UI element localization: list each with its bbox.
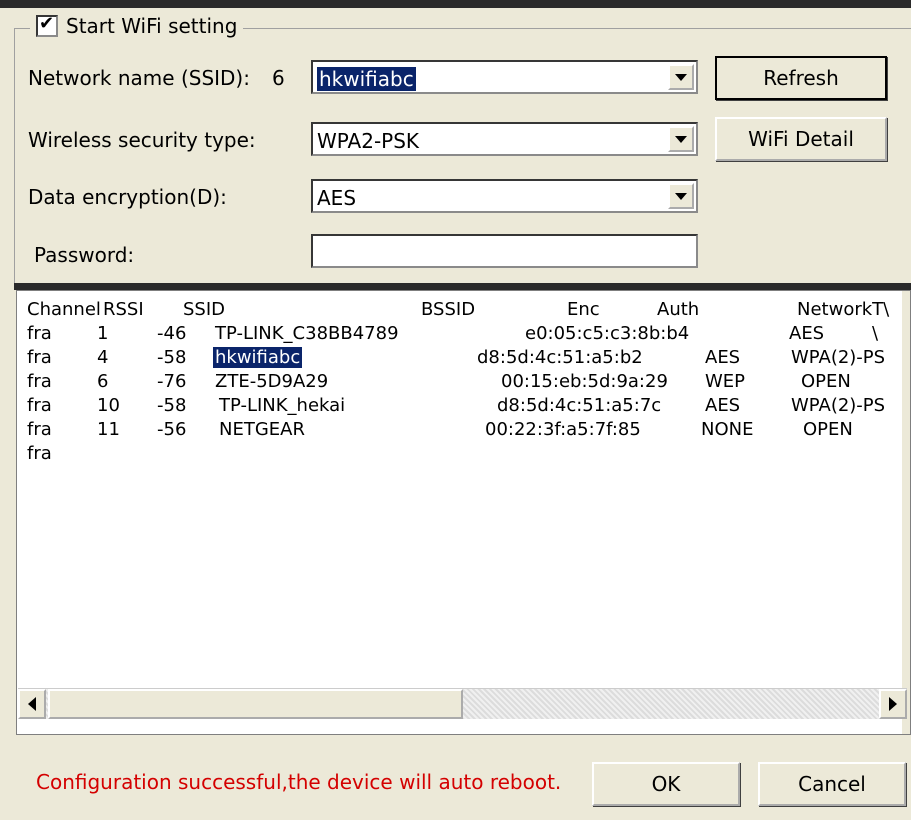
horizontal-scrollbar[interactable] bbox=[18, 688, 907, 719]
list-row[interactable]: fra 10 -58 TP-LINK_hekai d8:5d:4c:51:a5:… bbox=[17, 395, 910, 416]
row-ssid: ZTE-5D9A29 bbox=[215, 371, 329, 392]
status-message: Configuration successful,the device will… bbox=[36, 770, 562, 794]
chevron-down-icon[interactable] bbox=[668, 64, 694, 90]
row-bssid: d8:5d:4c:51:a5:7c bbox=[497, 395, 662, 416]
row-channel-prefix: fra bbox=[27, 347, 52, 368]
start-wifi-label: Start WiFi setting bbox=[66, 14, 238, 38]
row-ssid: NETGEAR bbox=[219, 419, 305, 440]
start-wifi-checkbox[interactable]: ✔ bbox=[36, 13, 58, 37]
row-rssi: -76 bbox=[157, 371, 187, 392]
row-ssid: TP-LINK_C38BB4789 bbox=[215, 323, 399, 344]
row-channel: 6 bbox=[97, 371, 109, 392]
row-channel: 1 bbox=[97, 323, 109, 344]
row-enc: AES bbox=[789, 323, 825, 344]
list-header-row: Channel RSSI SSID BSSID Enc Auth Network… bbox=[17, 299, 910, 320]
vertical-scrollbar[interactable] bbox=[902, 291, 910, 734]
row-enc: NONE bbox=[701, 419, 754, 440]
triangle-right-icon bbox=[889, 697, 897, 711]
list-row[interactable]: fra 1 -46 TP-LINK_C38BB4789 e0:05:c5:c3:… bbox=[17, 323, 910, 344]
row-enc: WEP bbox=[705, 371, 746, 392]
row-channel-prefix: fra bbox=[27, 323, 52, 344]
row-rssi: -58 bbox=[157, 347, 187, 368]
row-bssid: e0:05:c5:c3:8b:b4 bbox=[525, 323, 690, 344]
row-enc: AES bbox=[705, 347, 741, 368]
row-channel-prefix: fra bbox=[27, 395, 52, 416]
row-channel: 10 bbox=[97, 395, 120, 416]
row-channel-prefix: fra bbox=[27, 371, 52, 392]
password-field[interactable] bbox=[311, 234, 698, 268]
scroll-left-button[interactable] bbox=[18, 689, 46, 719]
row-rssi: -56 bbox=[157, 419, 187, 440]
password-label: Password: bbox=[34, 243, 135, 267]
ssid-count: 6 bbox=[272, 66, 285, 90]
header-channel: Channel bbox=[27, 299, 101, 320]
cancel-button[interactable]: Cancel bbox=[758, 762, 906, 806]
header-ssid: SSID bbox=[183, 299, 226, 320]
list-row[interactable]: fra bbox=[17, 443, 910, 464]
network-list[interactable]: Channel RSSI SSID BSSID Enc Auth Network… bbox=[16, 290, 911, 735]
row-ssid: TP-LINK_hekai bbox=[219, 395, 346, 416]
list-row[interactable]: fra 6 -76 ZTE-5D9A29 00:15:eb:5d:9a:29 W… bbox=[17, 371, 910, 392]
ssid-label: Network name (SSID): bbox=[28, 66, 250, 90]
row-rssi: -58 bbox=[157, 395, 187, 416]
row-enc: AES bbox=[705, 395, 741, 416]
row-channel-prefix: fra bbox=[27, 419, 52, 440]
header-bssid: BSSID bbox=[421, 299, 476, 320]
start-wifi-checkbox-row[interactable]: ✔ Start WiFi setting bbox=[30, 13, 244, 38]
security-type-label: Wireless security type: bbox=[28, 128, 256, 152]
encryption-label: Data encryption(D): bbox=[28, 185, 227, 209]
row-channel-prefix: fra bbox=[27, 443, 52, 464]
row-channel: 4 bbox=[97, 347, 109, 368]
header-auth: Auth bbox=[657, 299, 700, 320]
checkmark-icon: ✔ bbox=[39, 13, 55, 34]
scroll-thumb[interactable] bbox=[48, 689, 463, 719]
row-auth: OPEN bbox=[803, 419, 853, 440]
triangle-left-icon bbox=[28, 697, 36, 711]
ssid-value: hkwifiabc bbox=[317, 67, 416, 91]
section-divider bbox=[14, 283, 911, 290]
row-auth: WPA(2)-PS bbox=[791, 347, 886, 368]
row-channel: 11 bbox=[97, 419, 120, 440]
row-auth: \ bbox=[872, 323, 879, 344]
encryption-combo[interactable]: AES bbox=[311, 179, 698, 213]
row-bssid: d8:5d:4c:51:a5:b2 bbox=[477, 347, 643, 368]
encryption-value: AES bbox=[317, 186, 357, 210]
row-rssi: -46 bbox=[157, 323, 187, 344]
chevron-down-icon[interactable] bbox=[668, 126, 694, 152]
refresh-button[interactable]: Refresh bbox=[715, 56, 887, 100]
list-row[interactable]: fra 4 -58 hkwifiabc d8:5d:4c:51:a5:b2 AE… bbox=[17, 347, 910, 368]
scroll-right-button[interactable] bbox=[879, 689, 907, 719]
row-auth: WPA(2)-PS bbox=[791, 395, 886, 416]
security-type-combo[interactable]: WPA2-PSK bbox=[311, 122, 698, 156]
list-row[interactable]: fra 11 -56 NETGEAR 00:22:3f:a5:7f:85 NON… bbox=[17, 419, 910, 440]
security-type-value: WPA2-PSK bbox=[317, 129, 420, 153]
row-ssid: hkwifiabc bbox=[213, 347, 303, 368]
row-bssid: 00:15:eb:5d:9a:29 bbox=[501, 371, 668, 392]
ok-button[interactable]: OK bbox=[592, 762, 740, 806]
row-bssid: 00:22:3f:a5:7f:85 bbox=[485, 419, 641, 440]
wifi-detail-button[interactable]: WiFi Detail bbox=[715, 117, 887, 161]
window-bottom-edge bbox=[0, 820, 911, 826]
ssid-combo[interactable]: hkwifiabc bbox=[311, 60, 698, 94]
header-enc: Enc bbox=[567, 299, 600, 320]
header-rssi: RSSI bbox=[103, 299, 144, 320]
header-network-type: NetworkT\ bbox=[797, 299, 890, 320]
chevron-down-icon[interactable] bbox=[668, 183, 694, 209]
title-bar-edge bbox=[0, 0, 911, 8]
row-auth: OPEN bbox=[801, 371, 851, 392]
